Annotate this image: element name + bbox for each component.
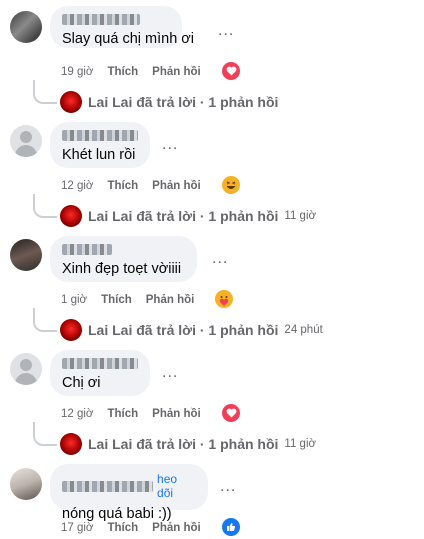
reply-summary-row[interactable]: Lai Lai đã trả lời · 1 phản hồi 11 giờ xyxy=(60,205,316,227)
like-button[interactable]: Thích xyxy=(107,180,138,192)
reply-thread-line xyxy=(33,194,57,218)
reply-button[interactable]: Phản hồi xyxy=(146,294,195,306)
heart-reaction-icon[interactable] xyxy=(222,404,240,422)
more-options-icon[interactable]: ... xyxy=(162,365,178,381)
more-options-icon[interactable]: ... xyxy=(220,479,236,495)
comment-text: Xinh đẹp toẹt vờiiii xyxy=(62,261,182,277)
reply-button[interactable]: Phản hồi xyxy=(152,66,201,78)
comment-bubble: Slay quá chị mình ơi xyxy=(50,6,195,48)
comment-actions: 12 giờ Thích Phản hồi xyxy=(61,408,215,420)
like-button[interactable]: Thích xyxy=(107,66,138,78)
comment-text: Khét lun rồi xyxy=(62,147,136,163)
comment-text: nóng quá babi :)) xyxy=(62,506,172,522)
comment-actions: 17 giờ Thích Phản hồi xyxy=(61,522,215,534)
comment-actions: 19 giờ Thích Phản hồi xyxy=(61,66,215,78)
reply-summary[interactable]: Lai Lai đã trả lời · 1 phản hồi xyxy=(88,322,278,338)
comment-actions: 1 giờ Thích Phản hồi xyxy=(61,294,208,306)
comment-text: Chị ơi xyxy=(62,375,101,391)
comment-bubble: Khét lun rồi xyxy=(50,122,150,168)
comment-time[interactable]: 17 giờ xyxy=(61,522,93,534)
comment-time[interactable]: 12 giờ xyxy=(61,180,93,192)
replier-avatar xyxy=(60,91,82,113)
more-options-icon[interactable]: ... xyxy=(218,23,234,39)
replier-avatar xyxy=(60,319,82,341)
reply-thread-line xyxy=(33,422,57,446)
reply-summary[interactable]: Lai Lai đã trả lời · 1 phản hồi xyxy=(88,208,278,224)
reply-thread-line xyxy=(33,308,57,332)
like-reaction-icon[interactable] xyxy=(222,518,240,536)
reply-summary[interactable]: Lai Lai đã trả lời · 1 phản hồi xyxy=(88,94,278,110)
comment-bubble: heo dõi nóng quá babi :)) xyxy=(50,464,208,522)
reply-button[interactable]: Phản hồi xyxy=(152,522,201,534)
comment-time[interactable]: 19 giờ xyxy=(61,66,93,78)
comment-bubble: Chị ơi xyxy=(50,350,150,396)
default-avatar-icon xyxy=(20,131,32,143)
blurred-author-name[interactable] xyxy=(62,130,138,141)
reply-summary[interactable]: Lai Lai đã trả lời · 1 phản hồi xyxy=(88,436,278,452)
more-options-icon[interactable]: ... xyxy=(212,251,228,267)
care-reaction-icon[interactable] xyxy=(215,290,233,308)
replier-avatar xyxy=(60,205,82,227)
blurred-author-name[interactable] xyxy=(62,480,154,492)
follow-link[interactable]: heo dõi xyxy=(157,472,196,500)
blurred-author-name[interactable] xyxy=(62,244,112,255)
reply-summary-row[interactable]: Lai Lai đã trả lời · 1 phản hồi xyxy=(60,91,278,113)
reply-button[interactable]: Phản hồi xyxy=(152,408,201,420)
reply-summary-row[interactable]: Lai Lai đã trả lời · 1 phản hồi 24 phút xyxy=(60,319,323,341)
more-options-icon[interactable]: ... xyxy=(162,137,178,153)
commenter-avatar[interactable] xyxy=(10,11,42,43)
like-button[interactable]: Thích xyxy=(107,522,138,534)
comment-bubble: Xinh đẹp toẹt vờiiii xyxy=(50,236,197,282)
replier-avatar xyxy=(60,433,82,455)
reply-time: 11 giờ xyxy=(284,210,317,222)
reply-time: 24 phút xyxy=(284,324,323,336)
like-button[interactable]: Thích xyxy=(101,294,132,306)
comment-time[interactable]: 1 giờ xyxy=(61,294,87,306)
comment-text: Slay quá chị mình ơi xyxy=(62,31,195,47)
heart-reaction-icon[interactable] xyxy=(222,62,240,80)
commenter-avatar[interactable] xyxy=(10,468,42,500)
reply-thread-line xyxy=(33,80,57,104)
comment-time[interactable]: 12 giờ xyxy=(61,408,93,420)
reply-button[interactable]: Phản hồi xyxy=(152,180,201,192)
commenter-avatar[interactable] xyxy=(10,239,42,271)
author-row: heo dõi xyxy=(62,472,196,500)
default-avatar-icon xyxy=(20,359,32,371)
reply-summary-row[interactable]: Lai Lai đã trả lời · 1 phản hồi 11 giờ xyxy=(60,433,316,455)
comment-actions: 12 giờ Thích Phản hồi xyxy=(61,180,215,192)
blurred-author-name[interactable] xyxy=(62,14,140,25)
commenter-avatar[interactable] xyxy=(10,125,42,157)
like-button[interactable]: Thích xyxy=(107,408,138,420)
blurred-author-name[interactable] xyxy=(62,358,138,369)
haha-reaction-icon[interactable] xyxy=(222,176,240,194)
reply-time: 11 giờ xyxy=(284,438,317,450)
commenter-avatar[interactable] xyxy=(10,353,42,385)
